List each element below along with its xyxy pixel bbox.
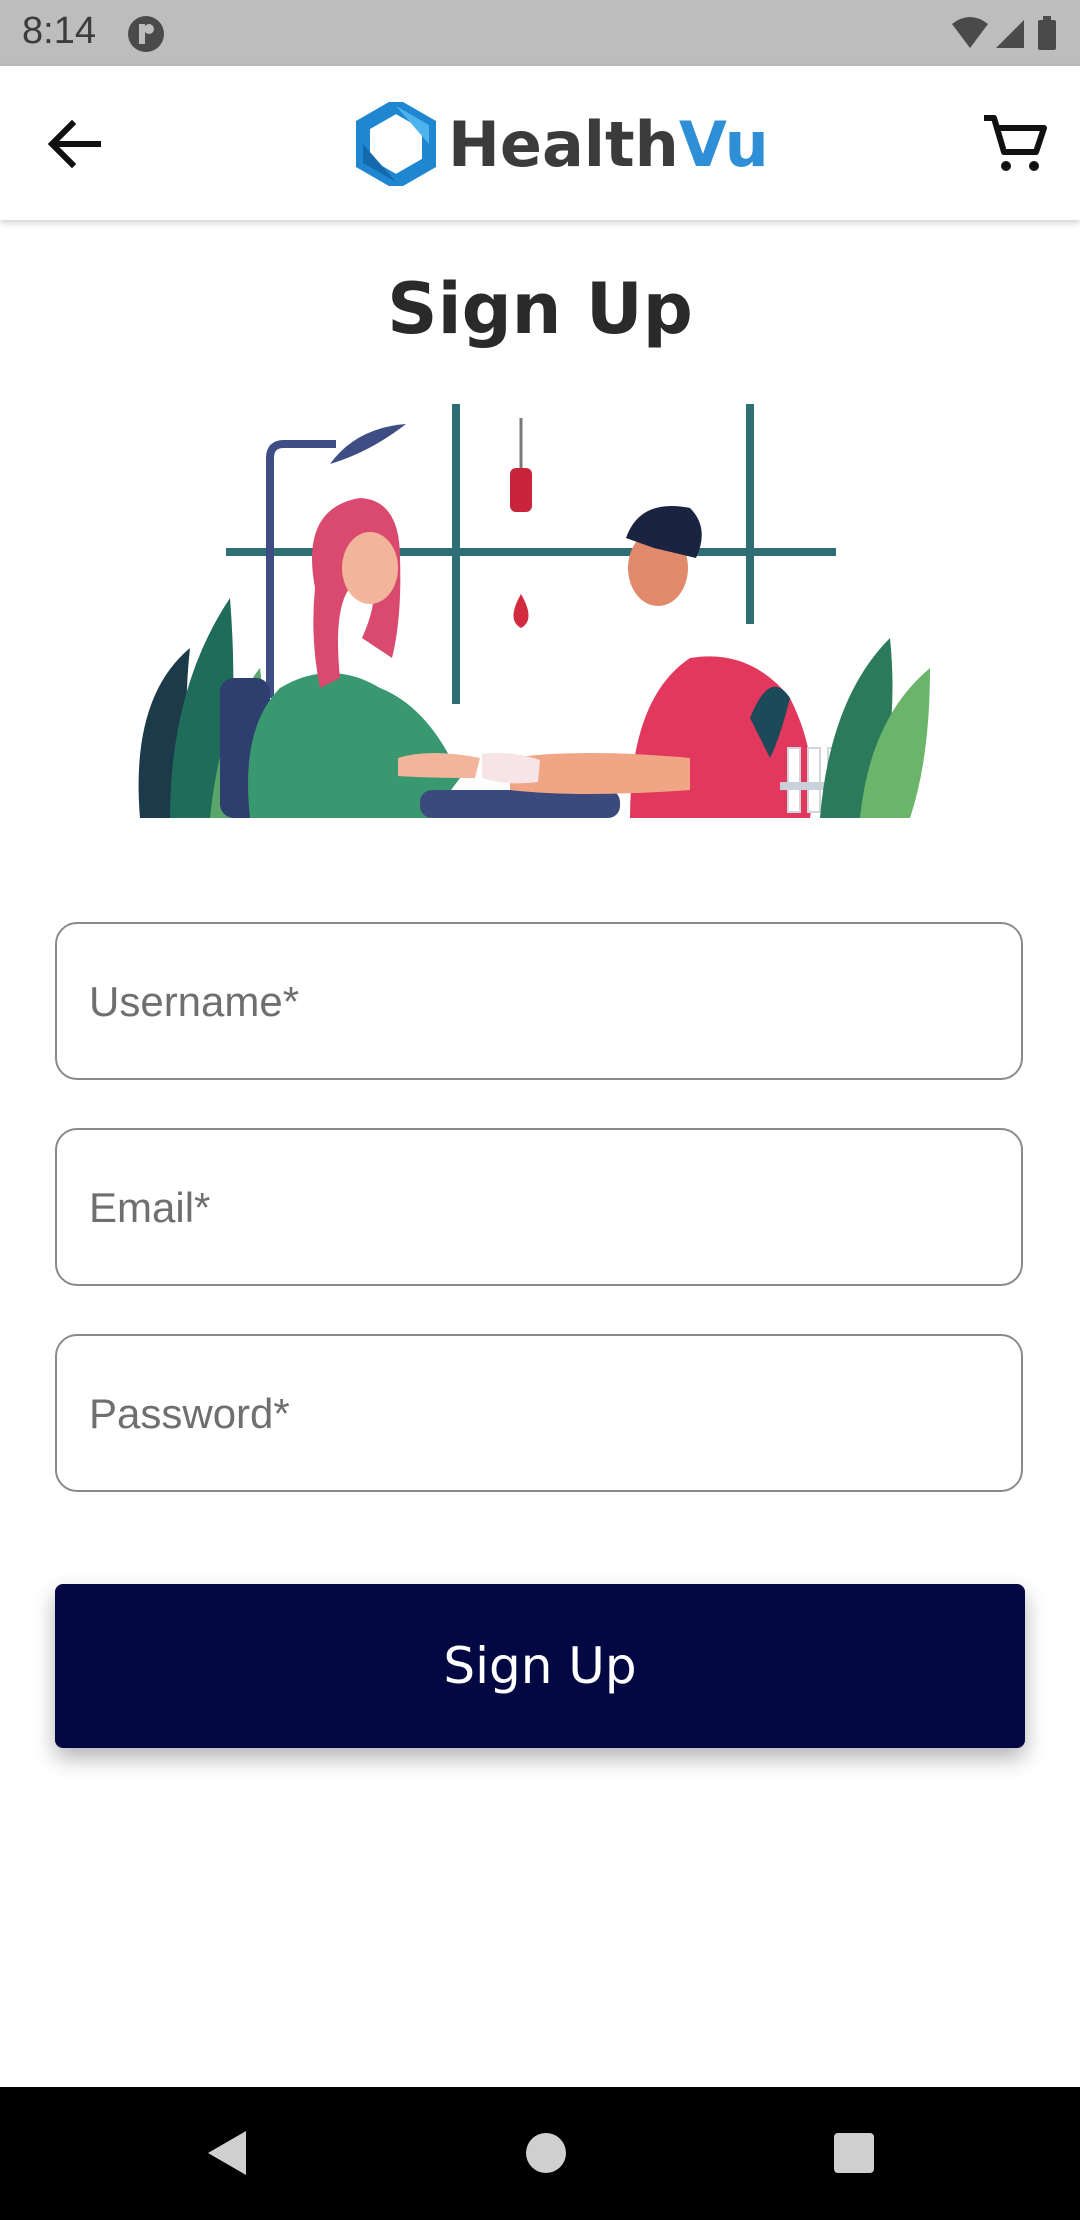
sign-up-screen: 8:14 HealthVu Sign Up Username* Email* S… — [0, 0, 1080, 2220]
hexagon-logo-icon — [356, 102, 436, 186]
app-bar: HealthVu — [0, 66, 1080, 220]
blood-test-illustration — [138, 404, 930, 818]
wifi-icon — [952, 17, 988, 48]
username-field[interactable] — [55, 922, 1023, 1080]
status-bar: 8:14 — [0, 0, 1080, 66]
status-icons — [952, 16, 1056, 50]
brand-logo: HealthVu — [356, 102, 769, 186]
username-input[interactable] — [87, 924, 991, 1080]
email-input[interactable] — [87, 1130, 991, 1286]
back-arrow-icon[interactable] — [38, 108, 110, 180]
app-notification-icon — [128, 16, 164, 52]
brand-name: HealthVu — [448, 108, 769, 181]
email-field[interactable] — [55, 1128, 1023, 1286]
nav-recents-icon[interactable] — [826, 2125, 882, 2181]
system-nav-bar — [0, 2087, 1080, 2220]
battery-icon — [1038, 16, 1056, 50]
nav-back-icon[interactable] — [200, 2125, 256, 2181]
nav-home-icon[interactable] — [518, 2125, 574, 2181]
shopping-cart-icon[interactable] — [980, 108, 1052, 180]
password-input[interactable] — [87, 1336, 991, 1492]
status-time: 8:14 — [22, 10, 96, 52]
page-title: Sign Up — [387, 268, 693, 350]
password-field[interactable] — [55, 1334, 1023, 1492]
cell-signal-icon — [996, 20, 1024, 48]
sign-up-button[interactable]: Sign Up — [55, 1584, 1025, 1748]
